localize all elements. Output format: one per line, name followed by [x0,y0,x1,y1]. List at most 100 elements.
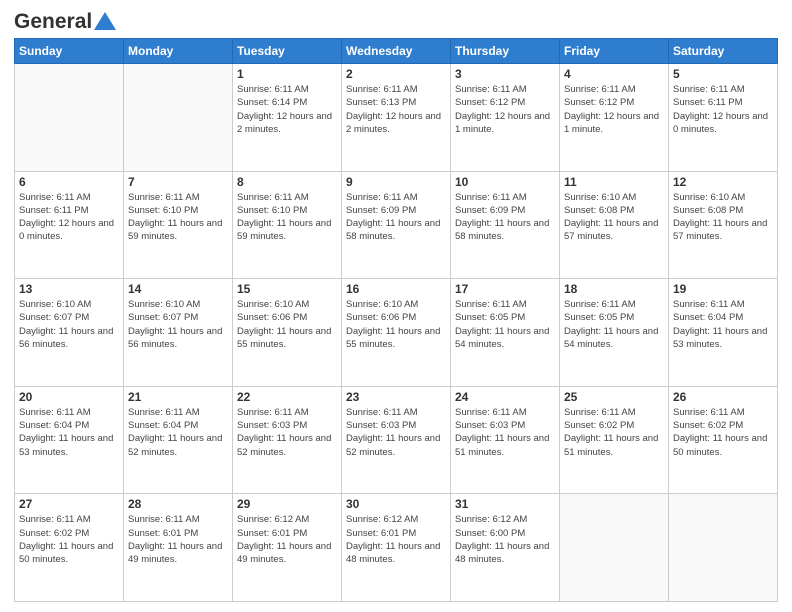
calendar-cell: 7 Sunrise: 6:11 AM Sunset: 6:10 PM Daylig… [124,171,233,279]
day-info: Sunrise: 6:11 AM Sunset: 6:02 PM Dayligh… [673,406,773,459]
calendar-cell: 23Sunrise: 6:11 AM Sunset: 6:03 PM Dayli… [342,386,451,494]
calendar-cell: 26 Sunrise: 6:11 AM Sunset: 6:02 PM Dayli… [669,386,778,494]
calendar-cell: 12 Sunrise: 6:10 AM Sunset: 6:08 PM Dayli… [669,171,778,279]
calendar-cell: 14 Sunrise: 6:10 AM Sunset: 6:07 PM Dayli… [124,279,233,387]
calendar-cell: 4 Sunrise: 6:11 AM Sunset: 6:12 PM Daylig… [560,64,669,172]
day-info: Sunrise: 6:11 AM Sunset: 6:10 PM Dayligh… [237,191,337,244]
day-info: Sunrise: 6:11 AM Sunset: 6:09 PM Dayligh… [455,191,555,244]
day-number: 22 [237,390,337,404]
day-number: 5 [673,67,773,81]
calendar-cell: 25Sunrise: 6:11 AM Sunset: 6:02 PM Dayli… [560,386,669,494]
day-number: 3 [455,67,555,81]
calendar-cell: 6Sunrise: 6:11 AM Sunset: 6:11 PM Daylig… [15,171,124,279]
calendar-day-header: Tuesday [233,39,342,64]
day-number: 24 [455,390,555,404]
day-info: Sunrise: 6:11 AM Sunset: 6:04 PM Dayligh… [673,298,773,351]
calendar-cell: 13 Sunrise: 6:10 AM Sunset: 6:07 PM Dayli… [15,279,124,387]
day-info: Sunrise: 6:11 AM Sunset: 6:11 PM Dayligh… [673,83,773,136]
day-info: Sunrise: 6:10 AM Sunset: 6:06 PM Dayligh… [237,298,337,351]
day-info: Sunrise: 6:11 AM Sunset: 6:12 PM Dayligh… [564,83,664,136]
calendar-cell [15,64,124,172]
calendar-cell: 18 Sunrise: 6:11 AM Sunset: 6:05 PM Dayli… [560,279,669,387]
day-info: Sunrise: 6:11 AM Sunset: 6:13 PM Dayligh… [346,83,446,136]
day-number: 27 [19,497,119,511]
calendar-cell: 21 Sunrise: 6:11 AM Sunset: 6:04 PM Dayli… [124,386,233,494]
day-number: 21 [128,390,228,404]
day-number: 13 [19,282,119,296]
day-info: Sunrise: 6:11 AM Sunset: 6:04 PM Dayligh… [19,406,119,459]
calendar-cell: 30 Sunrise: 6:12 AM Sunset: 6:01 PM Dayli… [342,494,451,602]
day-info: Sunrise: 6:11 AM Sunset: 6:04 PM Dayligh… [128,406,228,459]
header: General [14,10,778,30]
calendar-cell: 22 Sunrise: 6:11 AM Sunset: 6:03 PM Dayli… [233,386,342,494]
day-number: 10 [455,175,555,189]
calendar-week-row: 6Sunrise: 6:11 AM Sunset: 6:11 PM Daylig… [15,171,778,279]
logo-arrow-icon [94,12,116,30]
day-number: 20 [19,390,119,404]
calendar-cell [560,494,669,602]
calendar-day-header: Sunday [15,39,124,64]
calendar-cell: 29 Sunrise: 6:12 AM Sunset: 6:01 PM Dayli… [233,494,342,602]
calendar-day-header: Friday [560,39,669,64]
day-info: Sunrise: 6:10 AM Sunset: 6:08 PM Dayligh… [673,191,773,244]
day-number: 26 [673,390,773,404]
day-number: 1 [237,67,337,81]
calendar-week-row: 27 Sunrise: 6:11 AM Sunset: 6:02 PM Dayli… [15,494,778,602]
calendar-week-row: 13 Sunrise: 6:10 AM Sunset: 6:07 PM Dayli… [15,279,778,387]
day-number: 25 [564,390,664,404]
day-number: 28 [128,497,228,511]
day-info: Sunrise: 6:11 AM Sunset: 6:03 PM Dayligh… [455,406,555,459]
day-number: 29 [237,497,337,511]
logo-general: General [14,10,92,34]
day-number: 14 [128,282,228,296]
day-info: Sunrise: 6:12 AM Sunset: 6:01 PM Dayligh… [346,513,446,566]
calendar-cell: 20 Sunrise: 6:11 AM Sunset: 6:04 PM Dayli… [15,386,124,494]
calendar-day-header: Thursday [451,39,560,64]
day-info: Sunrise: 6:11 AM Sunset: 6:05 PM Dayligh… [455,298,555,351]
day-number: 11 [564,175,664,189]
calendar-cell: 24 Sunrise: 6:11 AM Sunset: 6:03 PM Dayli… [451,386,560,494]
calendar-day-header: Saturday [669,39,778,64]
day-info: Sunrise: 6:10 AM Sunset: 6:07 PM Dayligh… [19,298,119,351]
day-number: 4 [564,67,664,81]
calendar-cell: 31 Sunrise: 6:12 AM Sunset: 6:00 PM Dayli… [451,494,560,602]
day-info: Sunrise: 6:10 AM Sunset: 6:06 PM Dayligh… [346,298,446,351]
day-number: 2 [346,67,446,81]
day-number: 8 [237,175,337,189]
calendar-cell: 27 Sunrise: 6:11 AM Sunset: 6:02 PM Dayli… [15,494,124,602]
day-info: Sunrise: 6:10 AM Sunset: 6:07 PM Dayligh… [128,298,228,351]
day-number: 23 [346,390,446,404]
calendar-cell: 11 Sunrise: 6:10 AM Sunset: 6:08 PM Dayli… [560,171,669,279]
calendar-cell: 2 Sunrise: 6:11 AM Sunset: 6:13 PM Daylig… [342,64,451,172]
day-info: Sunrise: 6:11 AM Sunset: 6:09 PM Dayligh… [346,191,446,244]
calendar-week-row: 20 Sunrise: 6:11 AM Sunset: 6:04 PM Dayli… [15,386,778,494]
calendar-day-header: Monday [124,39,233,64]
calendar-header-row: SundayMondayTuesdayWednesdayThursdayFrid… [15,39,778,64]
day-number: 15 [237,282,337,296]
day-number: 30 [346,497,446,511]
calendar-cell: 19 Sunrise: 6:11 AM Sunset: 6:04 PM Dayli… [669,279,778,387]
day-number: 12 [673,175,773,189]
day-number: 19 [673,282,773,296]
day-number: 7 [128,175,228,189]
day-number: 16 [346,282,446,296]
day-info: Sunrise: 6:11 AM Sunset: 6:05 PM Dayligh… [564,298,664,351]
calendar-cell: 1 Sunrise: 6:11 AM Sunset: 6:14 PM Daylig… [233,64,342,172]
day-number: 31 [455,497,555,511]
day-info: Sunrise: 6:11 AM Sunset: 6:14 PM Dayligh… [237,83,337,136]
calendar-cell: 8 Sunrise: 6:11 AM Sunset: 6:10 PM Daylig… [233,171,342,279]
day-info: Sunrise: 6:12 AM Sunset: 6:01 PM Dayligh… [237,513,337,566]
calendar-cell: 10 Sunrise: 6:11 AM Sunset: 6:09 PM Dayli… [451,171,560,279]
calendar-table: SundayMondayTuesdayWednesdayThursdayFrid… [14,38,778,602]
day-number: 18 [564,282,664,296]
day-info: Sunrise: 6:11 AM Sunset: 6:03 PM Dayligh… [237,406,337,459]
day-info: Sunrise: 6:11 AM Sunset: 6:02 PM Dayligh… [19,513,119,566]
day-number: 6 [19,175,119,189]
calendar-day-header: Wednesday [342,39,451,64]
day-info: Sunrise: 6:10 AM Sunset: 6:08 PM Dayligh… [564,191,664,244]
day-info: Sunrise: 6:12 AM Sunset: 6:00 PM Dayligh… [455,513,555,566]
calendar-cell: 15 Sunrise: 6:10 AM Sunset: 6:06 PM Dayli… [233,279,342,387]
calendar-cell [669,494,778,602]
day-info: Sunrise: 6:11 AM Sunset: 6:10 PM Dayligh… [128,191,228,244]
calendar-cell: 28Sunrise: 6:11 AM Sunset: 6:01 PM Dayli… [124,494,233,602]
